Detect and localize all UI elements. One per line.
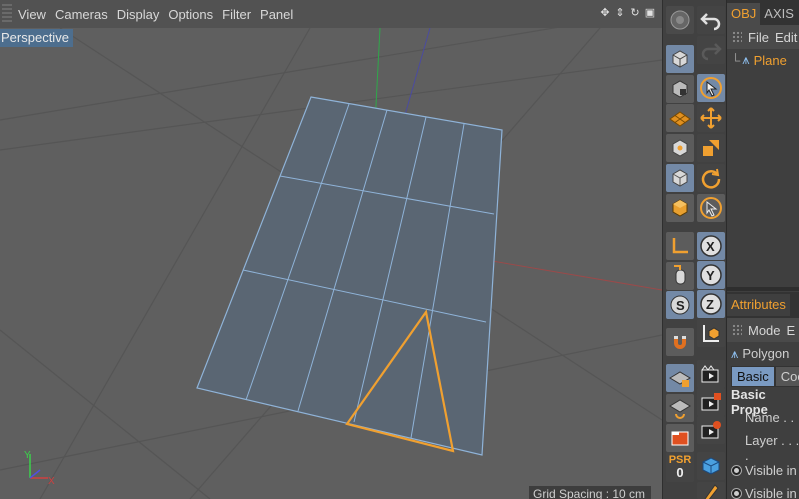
grip-handle[interactable]: [732, 31, 742, 43]
visible-editor-label: Visible in: [745, 463, 797, 478]
panel-divider[interactable]: [727, 287, 799, 291]
visible-renderer-row[interactable]: Visible in: [727, 482, 799, 499]
x-axis-lock-icon[interactable]: X: [697, 232, 725, 260]
maximize-view-icon[interactable]: ▣: [644, 6, 656, 20]
edges-mode-icon[interactable]: [666, 164, 694, 192]
viewport-menubar: View Cameras Display Options Filter Pane…: [0, 0, 662, 28]
app-window: Y X View Cameras Display Options Filter …: [0, 0, 799, 499]
attributes-page-buttons: Basic Coo: [727, 365, 799, 388]
texture-plane-icon[interactable]: [666, 104, 694, 132]
toolbar-left: S PSR 0: [662, 0, 694, 499]
psr-indicator: PSR 0: [666, 452, 694, 482]
lock-workplane-icon[interactable]: [666, 364, 694, 392]
object-type-row: ⩚ Polygon: [727, 342, 799, 365]
rotate-tool-icon[interactable]: [697, 164, 725, 192]
z-axis-lock-icon[interactable]: Z: [697, 290, 725, 318]
svg-text:X: X: [706, 239, 715, 254]
menu-e[interactable]: E: [787, 323, 796, 338]
checker-cube-icon[interactable]: [666, 75, 694, 103]
object-name[interactable]: Plane: [754, 53, 787, 68]
menu-mode[interactable]: Mode: [748, 323, 781, 338]
layer-field-label: Layer . . . .: [745, 432, 799, 463]
render-settings-icon[interactable]: [697, 416, 725, 444]
last-tool-icon[interactable]: [697, 194, 725, 222]
svg-text:Y: Y: [706, 268, 715, 283]
menu-panel[interactable]: Panel: [260, 7, 293, 22]
menu-display[interactable]: Display: [117, 7, 160, 22]
attributes-tabs: Attributes: [727, 292, 799, 318]
viewport-3d[interactable]: Y X View Cameras Display Options Filter …: [0, 0, 662, 499]
tweak-mode-icon[interactable]: [666, 262, 694, 290]
svg-text:Z: Z: [706, 297, 714, 312]
workplane-rotate-icon[interactable]: [666, 394, 694, 422]
viewport-nav-tools: ✥ ⇕ ↻ ▣: [599, 6, 656, 20]
attributes-menu: Mode E: [727, 318, 799, 342]
axis-mode-icon[interactable]: [666, 232, 694, 260]
svg-text:S: S: [676, 298, 685, 313]
undo-icon[interactable]: [697, 6, 725, 34]
primitive-cube-icon[interactable]: [697, 452, 725, 480]
basic-button[interactable]: Basic: [731, 366, 775, 387]
grip-handle[interactable]: [2, 4, 12, 24]
managers-panel: OBJ AXIS File Edit └ ⩚ Plane Attributes …: [726, 0, 799, 499]
menu-options[interactable]: Options: [168, 7, 213, 22]
polygon-object-icon: ⩚: [731, 345, 739, 361]
plane-object: [196, 96, 503, 456]
magnet-icon[interactable]: [666, 328, 694, 356]
object-row-plane[interactable]: └ ⩚ Plane: [727, 49, 799, 71]
menu-filter[interactable]: Filter: [222, 7, 251, 22]
toolbar-right: X Y Z: [694, 0, 726, 499]
visible-editor-row[interactable]: Visible in: [727, 459, 799, 482]
tab-obj[interactable]: OBJ: [727, 3, 761, 25]
y-axis-lock-icon[interactable]: Y: [697, 261, 725, 289]
menu-view[interactable]: View: [18, 7, 46, 22]
menu-file[interactable]: File: [748, 30, 769, 45]
svg-text:X: X: [48, 476, 55, 487]
redo-icon[interactable]: [697, 36, 725, 64]
snap-s-icon[interactable]: S: [666, 291, 694, 319]
rotate-view-icon[interactable]: ↻: [629, 6, 641, 20]
radio-icon[interactable]: [731, 488, 742, 499]
grip-handle[interactable]: [732, 324, 742, 336]
render-picture-viewer-icon[interactable]: [697, 388, 725, 416]
logo-icon: [666, 6, 694, 34]
object-type-label: Polygon: [742, 346, 790, 361]
object-manager-menu: File Edit: [727, 25, 799, 49]
menu-cameras[interactable]: Cameras: [55, 7, 108, 22]
svg-text:Y: Y: [24, 450, 31, 461]
polygons-mode-icon[interactable]: [666, 194, 694, 222]
cube-object-icon[interactable]: [666, 45, 694, 73]
visible-renderer-label: Visible in: [745, 486, 797, 499]
menu-edit[interactable]: Edit: [775, 30, 797, 45]
grid-spacing-readout: Grid Spacing : 10 cm: [529, 486, 652, 499]
render-region-icon[interactable]: [666, 424, 694, 452]
radio-icon[interactable]: [731, 465, 742, 476]
psr-value: 0: [676, 465, 684, 480]
render-view-icon[interactable]: [697, 360, 725, 388]
coord-button[interactable]: Coo: [774, 366, 799, 387]
axis-gizmo: Y X: [24, 450, 55, 487]
tab-attributes[interactable]: Attributes: [727, 294, 790, 316]
move-view-icon[interactable]: ✥: [599, 6, 611, 20]
pen-tool-icon[interactable]: [697, 482, 725, 499]
attributes-manager: Attributes Mode E ⩚ Polygon Basic Coo Ba…: [727, 292, 799, 499]
view-label: Perspective: [0, 29, 73, 47]
tab-axis[interactable]: AXIS: [760, 3, 798, 25]
viewport-scene[interactable]: Y X: [0, 0, 662, 499]
live-selection-icon[interactable]: [697, 74, 725, 102]
coordinate-system-icon[interactable]: [697, 319, 725, 347]
zoom-view-icon[interactable]: ⇕: [614, 6, 626, 20]
tree-branch-icon: └: [731, 52, 741, 68]
move-tool-icon[interactable]: [697, 104, 725, 132]
object-manager-tabs: OBJ AXIS: [727, 0, 799, 25]
scale-tool-icon[interactable]: [697, 134, 725, 162]
points-mode-icon[interactable]: [666, 134, 694, 162]
polygon-object-icon: ⩚: [742, 52, 750, 67]
